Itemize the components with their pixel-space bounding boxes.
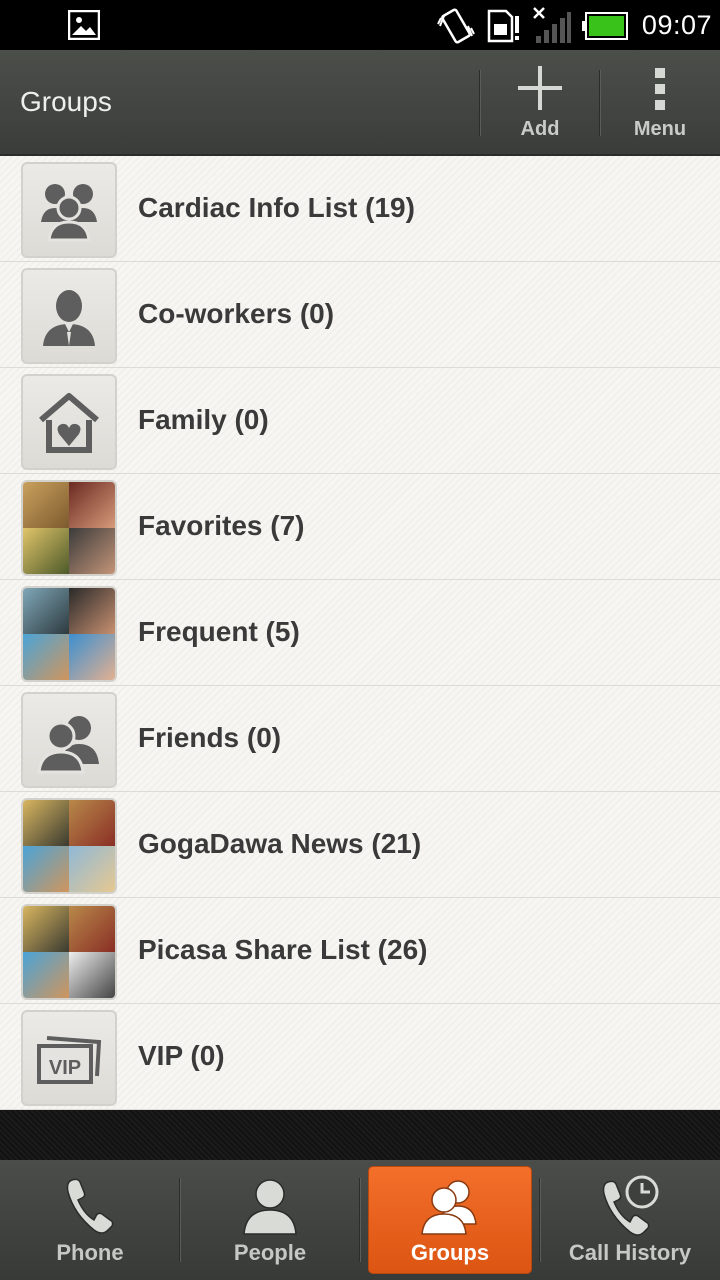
group-avatar	[21, 374, 117, 470]
vibrate-icon	[437, 8, 475, 44]
group-avatar	[21, 268, 117, 364]
group-list: Cardiac Info List (19) Co-workers (0) Fa…	[0, 156, 720, 1110]
contact-photo	[23, 800, 69, 846]
action-bar: Groups Add Menu	[0, 50, 720, 156]
group-name: VIP (0)	[138, 1040, 225, 1071]
contact-photo	[23, 528, 69, 574]
bottom-tab-bar: Phone People Groups Call History	[0, 1160, 720, 1280]
contact-photo	[23, 906, 69, 952]
group-avatar: VIP	[21, 1010, 117, 1106]
group-row-favorites[interactable]: Favorites (7)	[0, 474, 720, 580]
group-row-picasa-share-list[interactable]: Picasa Share List (26)	[0, 898, 720, 1004]
group-row-cardiac-info-list[interactable]: Cardiac Info List (19)	[0, 156, 720, 262]
group-name: Friends (0)	[138, 722, 282, 753]
friends-icon	[37, 716, 99, 774]
group-row-gogadawa-news[interactable]: GogaDawa News (21)	[0, 792, 720, 898]
battery-icon	[582, 12, 628, 40]
contact-photo	[23, 634, 69, 680]
svg-text:VIP: VIP	[49, 1057, 81, 1079]
tab-label: Phone	[56, 1240, 124, 1265]
no-signal-icon	[533, 7, 571, 43]
vip-icon: VIP	[37, 1036, 102, 1084]
person-icon	[243, 1179, 297, 1235]
tab-label: Groups	[410, 1240, 490, 1265]
groups-icon	[421, 1180, 477, 1235]
coworker-icon	[43, 290, 95, 346]
group-row-friends[interactable]: Friends (0)	[0, 686, 720, 792]
contact-photo	[69, 482, 115, 528]
group-name: Picasa Share List (26)	[138, 934, 428, 965]
group-avatar	[21, 162, 117, 258]
tab-groups[interactable]: Groups	[360, 1160, 540, 1280]
group-avatar	[21, 692, 117, 788]
tab-call-history[interactable]: Call History	[540, 1160, 720, 1280]
group-name: Cardiac Info List (19)	[138, 192, 415, 223]
contact-photo	[69, 952, 115, 998]
add-button[interactable]: Add	[481, 50, 599, 156]
menu-button-label: Menu	[633, 118, 687, 140]
contact-photo	[69, 906, 115, 952]
tab-phone[interactable]: Phone	[0, 1160, 180, 1280]
group-row-family[interactable]: Family (0)	[0, 368, 720, 474]
contact-photo	[23, 846, 69, 892]
list-footer-strip	[0, 1110, 720, 1160]
sim-warning-icon	[487, 9, 519, 43]
group-row-co-workers[interactable]: Co-workers (0)	[0, 262, 720, 368]
contact-photo	[23, 482, 69, 528]
group-name: Co-workers (0)	[138, 298, 335, 329]
contact-photo	[69, 634, 115, 680]
tab-label: Call History	[568, 1240, 692, 1265]
group-photo-mosaic	[21, 586, 117, 682]
group-photo-mosaic	[21, 798, 117, 894]
group-name: Family (0)	[138, 404, 269, 435]
group-name: Frequent (5)	[138, 616, 300, 647]
tab-people[interactable]: People	[180, 1160, 360, 1280]
add-button-label: Add	[520, 118, 560, 140]
contact-photo	[69, 846, 115, 892]
menu-button[interactable]: Menu	[601, 50, 719, 156]
contact-photo	[23, 588, 69, 634]
family-home-icon	[39, 393, 99, 453]
page-title: Groups	[20, 86, 112, 117]
group-photo-mosaic	[21, 904, 117, 1000]
group-photo-mosaic	[21, 480, 117, 576]
group-name: Favorites (7)	[138, 510, 305, 541]
status-bar: 09:07	[0, 0, 720, 50]
call-history-icon	[602, 1175, 659, 1236]
plus-icon	[518, 66, 562, 110]
status-time: 09:07	[641, 10, 712, 40]
contact-photo	[69, 800, 115, 846]
phone-icon	[66, 1178, 114, 1234]
tab-label: People	[233, 1240, 307, 1265]
group-row-vip[interactable]: VIP VIP (0)	[0, 1004, 720, 1110]
contact-photo	[69, 588, 115, 634]
overflow-menu-icon	[655, 68, 665, 110]
group-people-icon	[41, 184, 97, 242]
contact-photo	[23, 952, 69, 998]
group-row-frequent[interactable]: Frequent (5)	[0, 580, 720, 686]
gallery-notification-icon	[68, 10, 100, 40]
contact-photo	[69, 528, 115, 574]
group-name: GogaDawa News (21)	[138, 828, 422, 859]
